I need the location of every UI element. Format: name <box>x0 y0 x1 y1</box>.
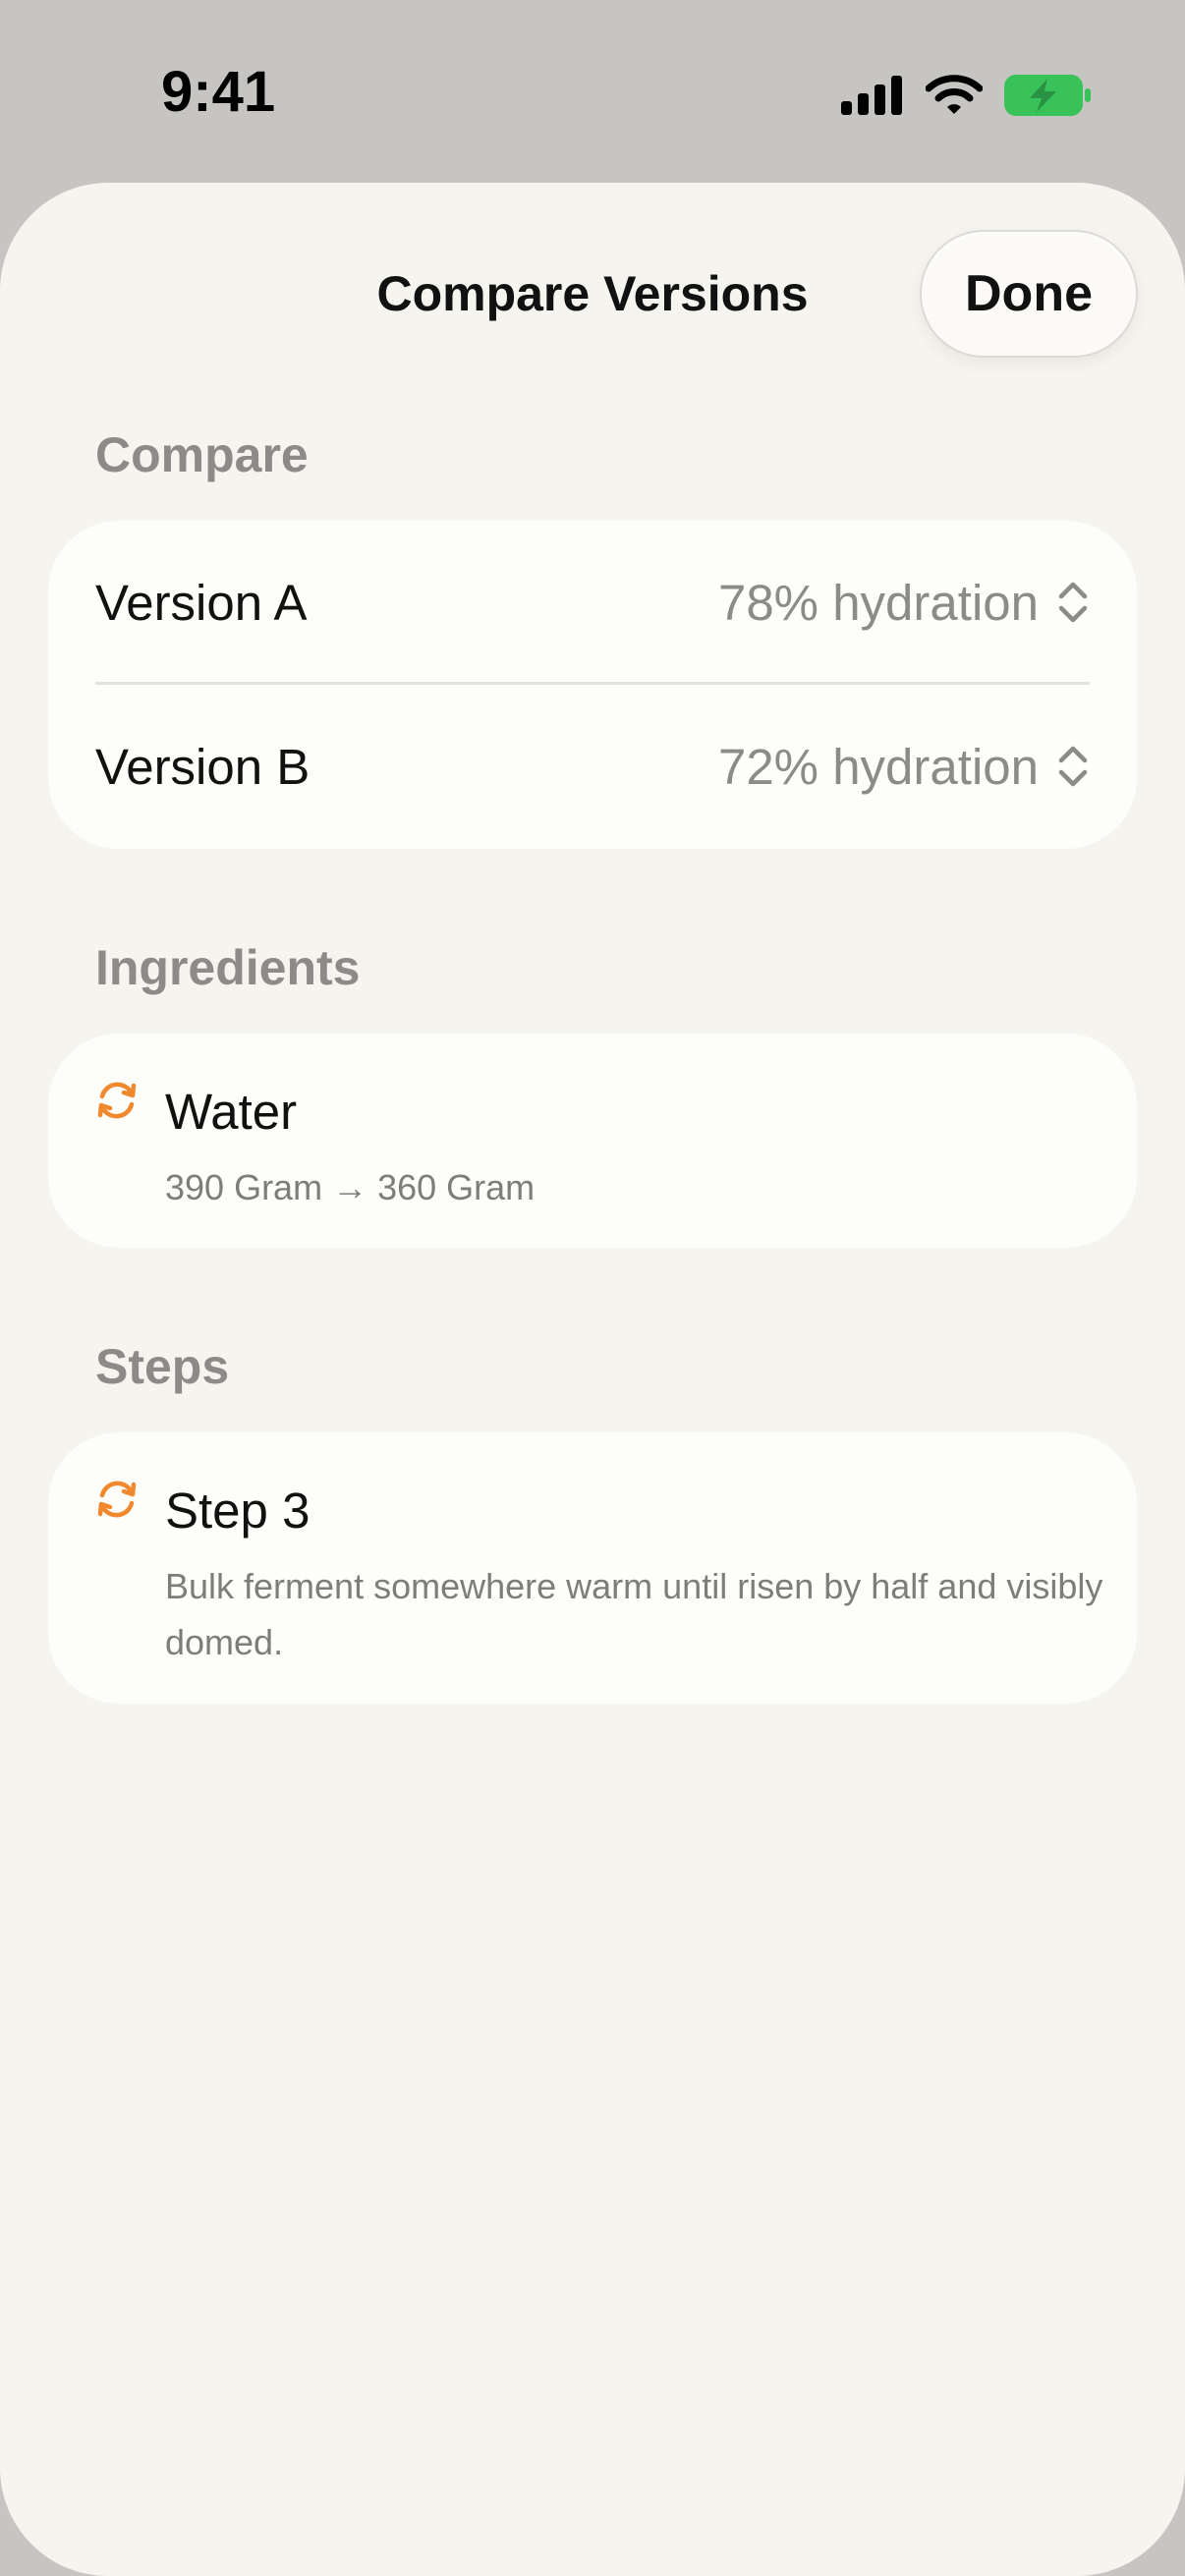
wifi-icon <box>925 75 984 116</box>
version-a-label: Version A <box>95 574 308 631</box>
step-change-detail: Bulk ferment somewhere warm until risen … <box>165 1566 1103 1662</box>
version-a-value[interactable]: 78% hydration <box>718 574 1039 632</box>
battery-charging-icon <box>1004 75 1091 116</box>
change-cycle-icon <box>93 1476 141 1523</box>
status-time: 9:41 <box>161 60 276 124</box>
version-b-value[interactable]: 72% hydration <box>718 738 1039 796</box>
status-icons <box>841 71 1091 120</box>
version-a-picker[interactable]: Version A 78% hydration <box>48 521 1137 684</box>
step-change-item: Step 3 Bulk ferment somewhere warm until… <box>48 1432 1137 1704</box>
ingredient-change-detail: 390 Gram → 360 Gram <box>165 1167 536 1207</box>
steps-card: Step 3 Bulk ferment somewhere warm until… <box>48 1432 1137 1704</box>
chevron-up-down-icon[interactable] <box>1056 579 1090 626</box>
ingredient-name: Water <box>165 1084 298 1140</box>
ingredients-card: Water 390 Gram → 360 Gram <box>48 1034 1137 1248</box>
cellular-signal-icon <box>841 76 904 115</box>
change-cycle-icon <box>93 1077 141 1124</box>
compare-card: Version A 78% hydration Version B 72% hy… <box>48 521 1137 849</box>
version-b-label: Version B <box>95 738 310 795</box>
step-name: Step 3 <box>165 1483 310 1539</box>
done-button[interactable]: Done <box>920 230 1138 358</box>
chevron-up-down-icon[interactable] <box>1056 743 1090 790</box>
version-b-picker[interactable]: Version B 72% hydration <box>48 685 1137 848</box>
ingredient-change-item: Water 390 Gram → 360 Gram <box>48 1034 1137 1248</box>
steps-section-header: Steps <box>95 1339 230 1394</box>
compare-versions-sheet: Compare Versions Done Compare Version A … <box>0 183 1185 2576</box>
status-bar: 9:41 <box>0 0 1185 183</box>
ingredients-section-header: Ingredients <box>95 940 361 995</box>
compare-section-header: Compare <box>95 427 309 482</box>
